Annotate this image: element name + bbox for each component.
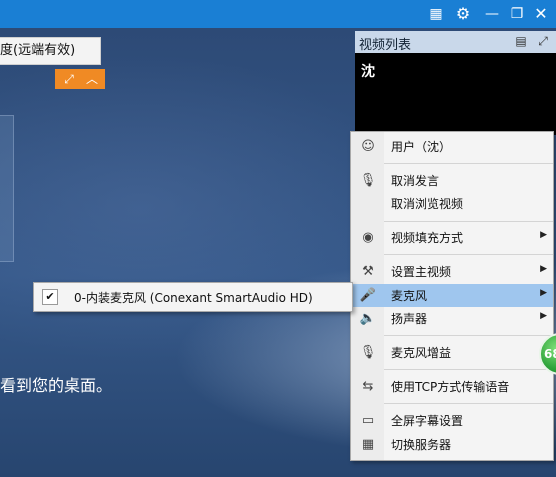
menu-item-label: 设置主视频 bbox=[391, 265, 452, 279]
menu-separator bbox=[384, 369, 553, 370]
desktop-message: 看到您的桌面。 bbox=[0, 376, 113, 395]
title-bar: ▦ ⚙ — ❐ ✕ bbox=[0, 0, 556, 28]
speaker-icon: 🔈 bbox=[359, 311, 377, 326]
remote-panel-text: 度(远端有效) bbox=[0, 43, 76, 58]
menu-item-label: 麦克风 bbox=[391, 289, 428, 303]
menu-item-cancel-view-video[interactable]: 取消浏览视频 bbox=[351, 192, 553, 215]
minimize-icon[interactable]: — bbox=[482, 4, 502, 24]
submenu-arrow-icon: ▶ bbox=[540, 230, 547, 240]
menu-item-user[interactable]: ☺ 用户（沈） bbox=[351, 135, 553, 158]
video-list-title: 视频列表 bbox=[359, 38, 412, 53]
expand-icon[interactable]: ⤢ bbox=[59, 71, 79, 87]
chevron-up-icon[interactable]: ︿ bbox=[82, 71, 102, 87]
menu-item-label: 取消浏览视频 bbox=[391, 197, 464, 211]
menu-separator bbox=[384, 254, 553, 255]
remote-settings-panel: 度(远端有效) bbox=[0, 37, 101, 65]
menu-separator bbox=[384, 163, 553, 164]
user-icon: ☺ bbox=[361, 139, 375, 154]
grid-icon[interactable]: ▦ bbox=[426, 4, 446, 24]
submenu-item-internal-mic[interactable]: ✔ 0-内装麦克风 (Conexant SmartAudio HD) bbox=[34, 283, 352, 311]
menu-item-cancel-speak[interactable]: 🎙 取消发言 bbox=[351, 169, 553, 192]
mic-muted-icon: 🎙 bbox=[359, 173, 377, 188]
microphone-submenu: ✔ 0-内装麦克风 (Conexant SmartAudio HD) bbox=[33, 282, 353, 312]
maximize-icon[interactable]: ❐ bbox=[507, 4, 527, 24]
webcam-icon: ◉ bbox=[362, 230, 374, 245]
video-list-panel: 视频列表 ▤ ⤢ 沈 bbox=[355, 31, 556, 135]
panel-toolbar: ⤢ ︿ bbox=[55, 69, 105, 89]
gear-icon[interactable]: ⚙ bbox=[453, 4, 473, 24]
submenu-item-label: 0-内装麦克风 (Conexant SmartAudio HD) bbox=[74, 291, 313, 305]
menu-item-label: 麦克风增益 bbox=[391, 346, 452, 360]
menu-item-set-main-video[interactable]: ⚒ 设置主视频 ▶ bbox=[351, 260, 553, 283]
layout-icon[interactable]: ▤ bbox=[512, 34, 530, 49]
server-switch-icon: ▦ bbox=[361, 437, 375, 452]
menu-item-label: 全屏字幕设置 bbox=[391, 414, 464, 428]
menu-item-speaker[interactable]: 🔈 扬声器 ▶ bbox=[351, 307, 553, 330]
submenu-arrow-icon: ▶ bbox=[540, 264, 547, 274]
video-user-name: 沈 bbox=[361, 64, 375, 80]
menu-separator bbox=[384, 403, 553, 404]
menu-separator bbox=[384, 335, 553, 336]
context-menu: ☺ 用户（沈） 🎙 取消发言 取消浏览视频 ◉ 视频填充方式 ▶ ⚒ 设置主视频… bbox=[350, 131, 554, 461]
menu-item-microphone[interactable]: 🎤 麦克风 ▶ bbox=[351, 284, 553, 307]
video-list-header: 视频列表 ▤ ⤢ bbox=[355, 31, 556, 53]
menu-item-mic-gain[interactable]: 🎙 麦克风增益 bbox=[351, 341, 553, 364]
menu-separator bbox=[384, 221, 553, 222]
checkmark-icon[interactable]: ✔ bbox=[42, 289, 58, 305]
close-icon[interactable]: ✕ bbox=[531, 4, 551, 24]
microphone-icon: 🎤 bbox=[359, 288, 377, 303]
tools-icon: ⚒ bbox=[362, 264, 374, 279]
badge-count: 68 bbox=[544, 347, 556, 361]
menu-item-label: 扬声器 bbox=[391, 312, 428, 326]
mic-plus-icon: 🎙 bbox=[359, 345, 377, 360]
menu-item-video-fill[interactable]: ◉ 视频填充方式 ▶ bbox=[351, 226, 553, 249]
menu-item-label: 使用TCP方式传输语音 bbox=[391, 380, 510, 394]
transfer-arrows-icon: ⇆ bbox=[362, 379, 374, 394]
menu-item-tcp-voice[interactable]: ⇆ 使用TCP方式传输语音 bbox=[351, 375, 553, 398]
menu-item-label: 用户（沈） bbox=[391, 140, 452, 154]
submenu-arrow-icon: ▶ bbox=[540, 288, 547, 298]
menu-item-label: 取消发言 bbox=[391, 174, 440, 188]
menu-item-label: 视频填充方式 bbox=[391, 231, 464, 245]
submenu-arrow-icon: ▶ bbox=[540, 311, 547, 321]
side-panel-edge bbox=[0, 115, 14, 262]
menu-item-subtitle-settings[interactable]: ▭ 全屏字幕设置 bbox=[351, 409, 553, 432]
fullscreen-icon[interactable]: ⤢ bbox=[535, 34, 551, 49]
menu-item-label: 切换服务器 bbox=[391, 438, 452, 452]
subtitle-icon: ▭ bbox=[361, 413, 375, 428]
menu-item-switch-server[interactable]: ▦ 切换服务器 bbox=[351, 433, 553, 456]
